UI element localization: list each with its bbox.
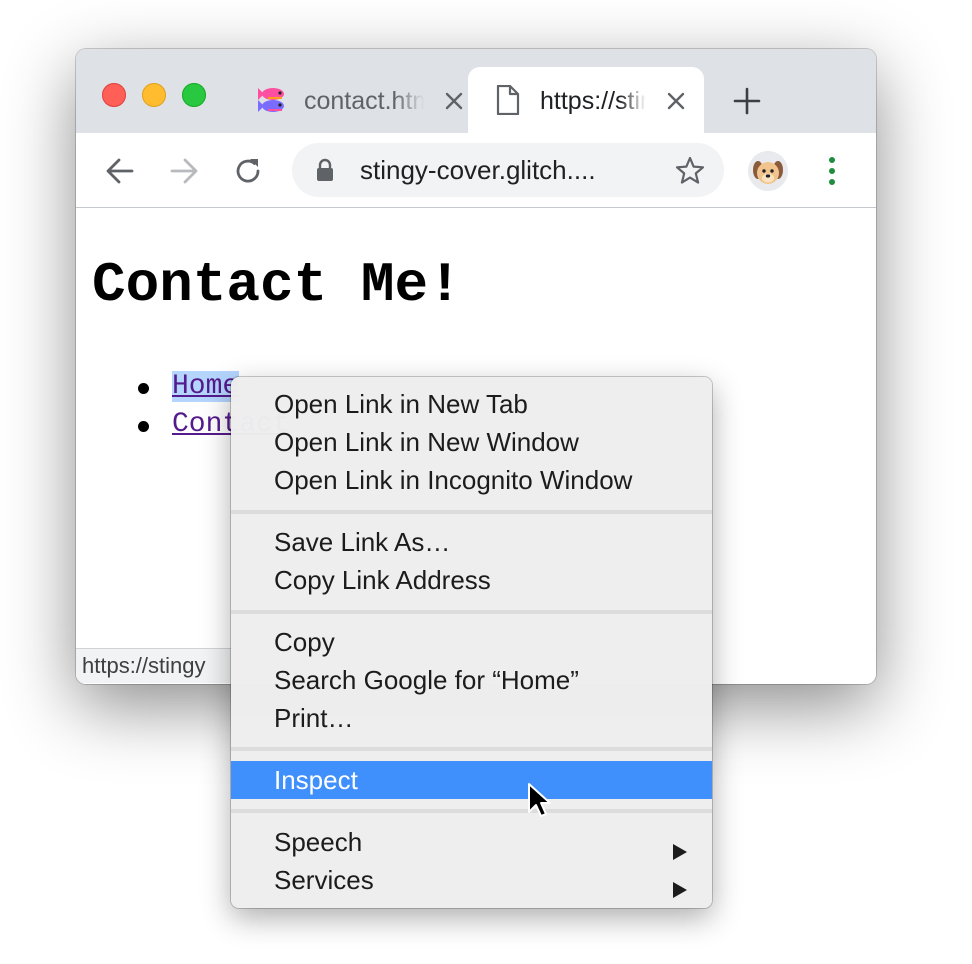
- menu-item-print[interactable]: Print…: [231, 699, 712, 737]
- menu-item-label: Open Link in New Window: [274, 427, 579, 457]
- menu-item-copy-link-address[interactable]: Copy Link Address: [231, 561, 712, 599]
- url-text: stingy-cover.glitch....: [360, 155, 596, 185]
- close-window-button[interactable]: [102, 83, 126, 107]
- tab-current[interactable]: https://stingy-cover.glitch.me/contact.h…: [468, 67, 704, 133]
- menu-item-copy[interactable]: Copy: [231, 623, 712, 661]
- menu-item-save-link-as[interactable]: Save Link As…: [231, 523, 712, 561]
- menu-item-label: Speech: [274, 827, 363, 857]
- menu-item-label: Print…: [274, 703, 354, 733]
- page-icon: [494, 84, 530, 116]
- menu-item-label: Open Link in Incognito Window: [274, 465, 633, 495]
- menu-item-label: Copy: [274, 627, 335, 657]
- menu-item-label: Inspect: [274, 765, 358, 795]
- kebab-menu-icon[interactable]: [822, 153, 842, 189]
- tab-title: contact.html: [304, 87, 424, 115]
- close-tab-icon[interactable]: [664, 89, 688, 113]
- menu-separator: [231, 809, 712, 813]
- context-menu: Open Link in New Tab Open Link in New Wi…: [231, 377, 712, 908]
- menu-item-label: Save Link As…: [274, 527, 451, 557]
- close-tab-icon[interactable]: [442, 89, 466, 113]
- fish-favicon-icon: [256, 85, 292, 115]
- menu-separator: [231, 610, 712, 614]
- menu-item-search-google[interactable]: Search Google for “Home”: [231, 661, 712, 699]
- reload-icon[interactable]: [230, 153, 266, 189]
- star-icon[interactable]: [674, 155, 706, 187]
- menu-item-speech[interactable]: Speech: [231, 823, 712, 861]
- zoom-window-button[interactable]: [182, 83, 206, 107]
- forward-arrow-icon[interactable]: [166, 153, 202, 189]
- menu-item-label: Copy Link Address: [274, 565, 491, 595]
- submenu-arrow-icon: [672, 871, 688, 898]
- menu-separator: [231, 510, 712, 514]
- browser-toolbar: stingy-cover.glitch....: [76, 133, 876, 208]
- menu-separator: [231, 747, 712, 751]
- address-bar[interactable]: stingy-cover.glitch....: [292, 143, 724, 197]
- lock-icon[interactable]: [314, 157, 336, 183]
- menu-item-services[interactable]: Services: [231, 861, 712, 899]
- tab-contact[interactable]: contact.html: [246, 67, 482, 133]
- link-status-bubble: https://stingy: [76, 648, 253, 683]
- home-link[interactable]: Home: [172, 371, 240, 402]
- minimize-window-button[interactable]: [142, 83, 166, 107]
- page-heading: Contact Me!: [92, 253, 462, 317]
- menu-item-open-new-tab[interactable]: Open Link in New Tab: [231, 385, 712, 423]
- submenu-arrow-icon: [672, 833, 688, 860]
- dog-avatar-icon[interactable]: [748, 151, 788, 191]
- back-arrow-icon[interactable]: [102, 153, 138, 189]
- tab-title: https://stingy-cover.glitch.me/contact.h…: [540, 87, 646, 115]
- menu-item-label: Search Google for “Home”: [274, 665, 579, 695]
- tab-strip: contact.html https://stingy-cover.glitch…: [76, 49, 876, 133]
- mouse-pointer-icon: [527, 782, 553, 820]
- menu-item-inspect[interactable]: Inspect: [231, 761, 712, 799]
- new-tab-plus-icon[interactable]: [732, 86, 762, 116]
- menu-item-open-incognito[interactable]: Open Link in Incognito Window: [231, 461, 712, 499]
- menu-item-label: Services: [274, 865, 374, 895]
- menu-item-open-new-window[interactable]: Open Link in New Window: [231, 423, 712, 461]
- menu-item-label: Open Link in New Tab: [274, 389, 528, 419]
